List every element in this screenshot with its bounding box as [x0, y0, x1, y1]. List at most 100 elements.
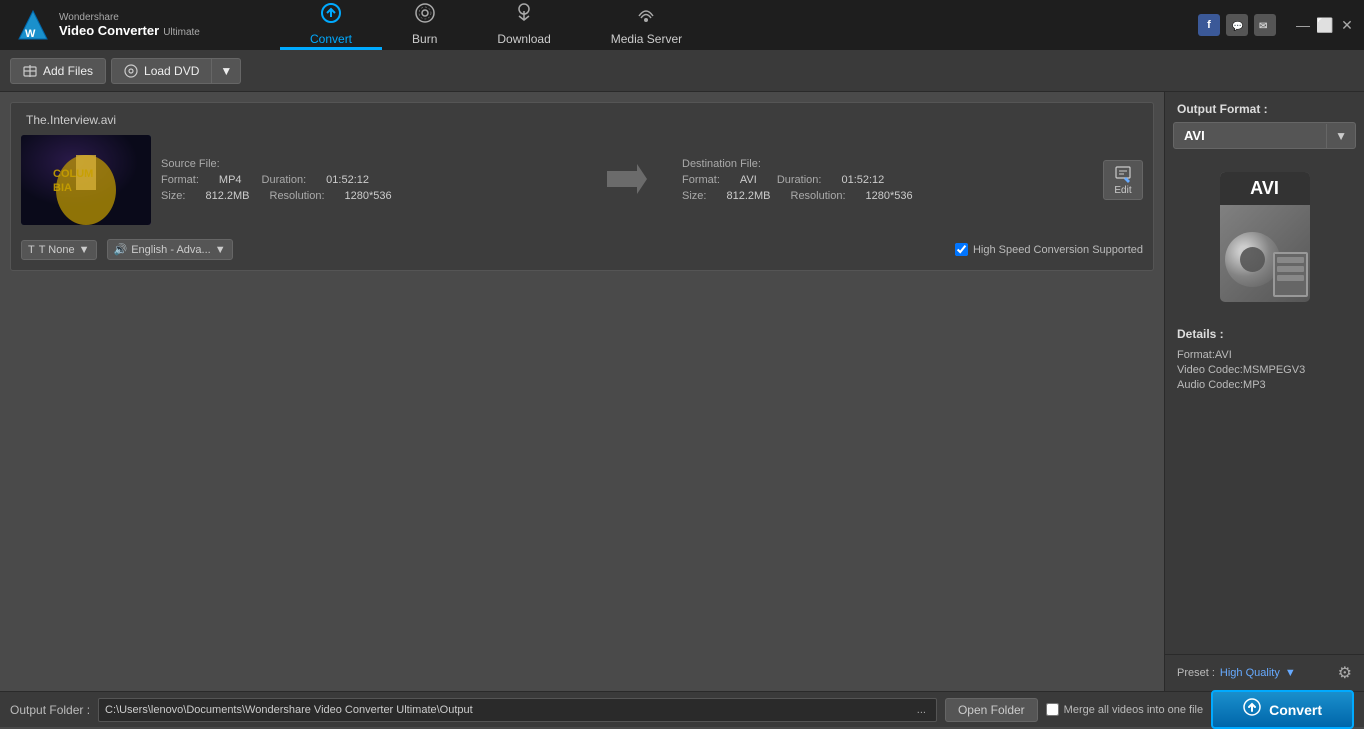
dest-size-label: Size:	[682, 190, 706, 202]
titlebar: W Wondershare Video Converter Ultimate C…	[0, 0, 1364, 50]
svg-text:BIA: BIA	[53, 182, 72, 194]
social-icons-area: f 💬 ✉	[1188, 0, 1286, 50]
format-selector[interactable]: AVI ▼	[1173, 122, 1356, 149]
logo-product: Video Converter	[59, 23, 159, 38]
media-server-tab-icon	[635, 2, 657, 29]
audio-dropdown[interactable]: 🔊 English - Adva... ▼	[107, 239, 233, 260]
load-dvd-button[interactable]: Load DVD	[111, 58, 212, 84]
content-area: The.Interview.avi	[0, 92, 1164, 691]
subtitle-arrow-icon: ▼	[79, 244, 90, 256]
dest-duration-value: 01:52:12	[841, 174, 884, 186]
output-format-header: Output Format :	[1165, 92, 1364, 122]
tab-burn[interactable]: Burn	[382, 0, 467, 50]
preset-dropdown-icon[interactable]: ▼	[1285, 667, 1296, 679]
preset-value-link[interactable]: High Quality	[1220, 667, 1280, 679]
convert-tab-icon	[320, 2, 342, 29]
source-file-label: Source File:	[161, 158, 572, 170]
preset-label: Preset :	[1177, 667, 1215, 679]
source-format-value: MP4	[219, 174, 242, 186]
svg-text:✉: ✉	[1259, 21, 1267, 32]
detail-audio-codec: Audio Codec:MP3	[1177, 379, 1352, 391]
file-item: The.Interview.avi	[10, 102, 1154, 271]
arrow-indicator	[582, 159, 672, 202]
tab-convert[interactable]: Convert	[280, 0, 382, 50]
dest-format-label: Format:	[682, 174, 720, 186]
logo-brand: Wondershare	[59, 12, 200, 23]
thumbnail-image: COLUM BIA	[21, 135, 151, 225]
bottom-bar: Output Folder : C:\Users\lenovo\Document…	[0, 691, 1364, 727]
tab-convert-label: Convert	[310, 32, 352, 46]
file-item-filename: The.Interview.avi	[21, 113, 1143, 127]
dest-format-value: AVI	[740, 174, 757, 186]
details-header: Details :	[1177, 327, 1352, 341]
format-preview: AVI	[1165, 157, 1364, 317]
download-tab-icon	[513, 2, 535, 29]
merge-checkbox[interactable]	[1046, 703, 1059, 716]
folder-path-text: C:\Users\lenovo\Documents\Wondershare Vi…	[105, 704, 473, 716]
edit-button[interactable]: Edit	[1103, 160, 1143, 200]
output-folder-path: C:\Users\lenovo\Documents\Wondershare Vi…	[98, 698, 937, 722]
convert-button[interactable]: Convert	[1211, 690, 1354, 729]
source-resolution-label: Resolution:	[270, 190, 325, 202]
right-panel: Output Format : AVI ▼ AVI	[1164, 92, 1364, 691]
audio-arrow-icon: ▼	[215, 244, 226, 256]
avi-label: AVI	[1220, 172, 1310, 205]
source-size-label: Size:	[161, 190, 185, 202]
facebook-icon[interactable]: f	[1198, 14, 1220, 36]
svg-text:💬: 💬	[1232, 20, 1243, 31]
tab-download[interactable]: Download	[467, 0, 580, 50]
message-icon[interactable]: ✉	[1254, 14, 1276, 36]
load-dvd-label: Load DVD	[144, 64, 199, 78]
load-dvd-dropdown[interactable]: ▼	[212, 58, 241, 84]
main-layout: The.Interview.avi	[0, 92, 1364, 691]
destination-info: Destination File: Format: AVI Duration: …	[682, 158, 1093, 202]
add-files-button[interactable]: Add Files	[10, 58, 106, 84]
file-thumbnail: COLUM BIA	[21, 135, 151, 225]
format-dropdown-arrow-icon[interactable]: ▼	[1326, 124, 1355, 148]
svg-text:COLUM: COLUM	[53, 168, 93, 180]
convert-button-icon	[1243, 698, 1261, 721]
merge-checkbox-label: Merge all videos into one file	[1046, 703, 1203, 716]
logo-area: W Wondershare Video Converter Ultimate	[0, 0, 280, 50]
source-duration-label: Duration:	[262, 174, 307, 186]
settings-gear-icon[interactable]: ⚙	[1338, 663, 1352, 683]
close-button[interactable]: ✕	[1340, 18, 1354, 32]
source-resolution-value: 1280*536	[345, 190, 392, 202]
dest-file-label: Destination File:	[682, 158, 1093, 170]
format-name: AVI	[1174, 123, 1326, 148]
open-folder-button[interactable]: Open Folder	[945, 698, 1038, 722]
tab-media-server-label: Media Server	[611, 32, 682, 46]
file-item-footer: T T None ▼ 🔊 English - Adva... ▼ High Sp…	[21, 233, 1143, 260]
high-speed-checkbox-area: High Speed Conversion Supported	[955, 243, 1143, 256]
dest-resolution-value: 1280*536	[866, 190, 913, 202]
subtitle-dropdown[interactable]: T T None ▼	[21, 240, 97, 260]
add-files-label: Add Files	[43, 64, 93, 78]
svg-text:W: W	[25, 28, 36, 40]
dest-duration-label: Duration:	[777, 174, 822, 186]
source-size-value: 812.2MB	[205, 190, 249, 202]
maximize-button[interactable]: ⬜	[1318, 18, 1332, 32]
audio-value: English - Adva...	[131, 244, 211, 256]
high-speed-checkbox[interactable]	[955, 243, 968, 256]
burn-tab-icon	[414, 2, 436, 29]
window-controls: — ⬜ ✕	[1286, 0, 1364, 50]
edit-label: Edit	[1114, 185, 1131, 196]
dest-size-value: 812.2MB	[726, 190, 770, 202]
twitter-icon[interactable]: 💬	[1226, 14, 1248, 36]
tab-media-server[interactable]: Media Server	[581, 0, 712, 50]
toolbar: Add Files Load DVD ▼	[0, 50, 1364, 92]
preset-bar: Preset : High Quality ▼ ⚙	[1165, 654, 1364, 691]
output-folder-label: Output Folder :	[10, 703, 90, 717]
convert-button-label: Convert	[1269, 702, 1322, 718]
tab-download-label: Download	[497, 32, 550, 46]
source-format-label: Format:	[161, 174, 199, 186]
audio-icon: 🔊	[114, 243, 128, 256]
detail-video-codec: Video Codec:MSMPEGV3	[1177, 364, 1352, 376]
logo-edition: Ultimate	[163, 27, 200, 38]
dest-resolution-label: Resolution:	[791, 190, 846, 202]
minimize-button[interactable]: —	[1296, 18, 1310, 32]
app-logo-icon: W	[15, 7, 51, 43]
source-duration-value: 01:52:12	[326, 174, 369, 186]
folder-browse-button[interactable]: ...	[913, 704, 930, 716]
source-info: Source File: Format: MP4 Duration: 01:52…	[161, 158, 572, 202]
